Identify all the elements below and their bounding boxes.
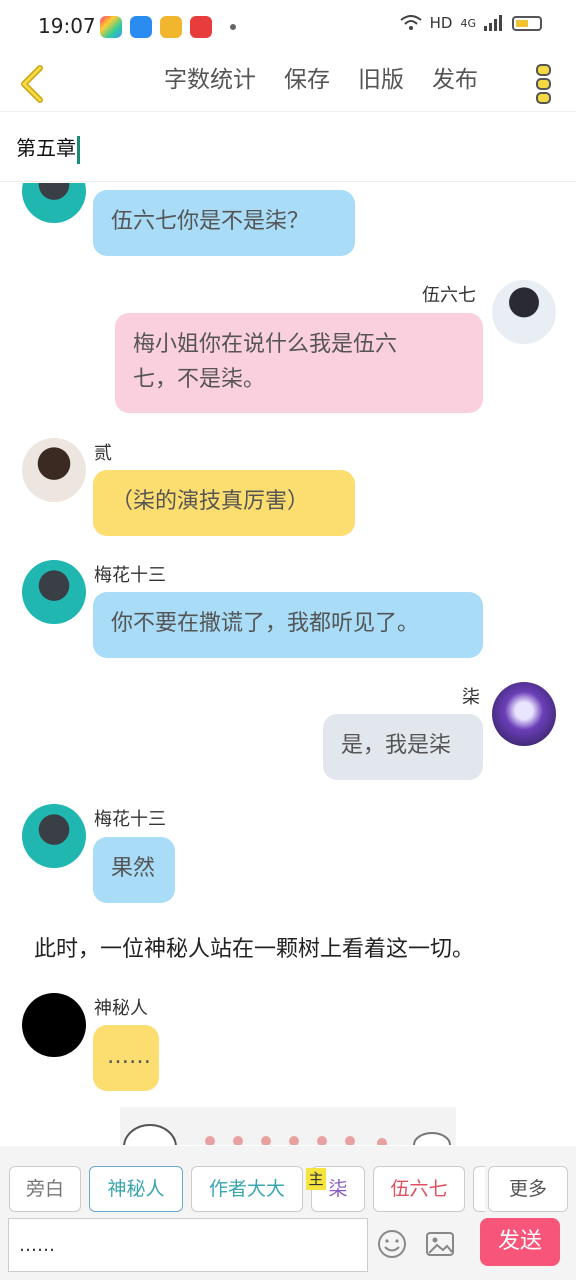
image-icon[interactable] <box>424 1228 456 1260</box>
status-time: 19:07 <box>38 14 96 38</box>
role-author-button[interactable]: 作者大大 <box>191 1166 303 1212</box>
save-button[interactable]: 保存 <box>270 64 344 96</box>
back-arrow-icon[interactable] <box>14 62 54 106</box>
role-label: 柒 <box>328 1178 348 1200</box>
app-notification-icon <box>130 16 152 38</box>
sticker-image[interactable] <box>120 1107 456 1145</box>
avatar-qi[interactable] <box>492 682 556 746</box>
narration-text[interactable]: 此时，一位神秘人站在一颗树上看着这一切。 <box>34 931 474 963</box>
send-button[interactable]: 发送 <box>480 1218 560 1266</box>
message-bubble[interactable]: 果然 <box>93 837 175 903</box>
app-notification-icon <box>190 16 212 38</box>
more-roles-button[interactable]: 更多 <box>488 1166 568 1212</box>
role-narrator-button[interactable]: 旁白 <box>9 1166 81 1212</box>
battery-icon <box>512 15 542 31</box>
chapter-title-text[interactable]: 第五章 <box>16 132 80 164</box>
word-count-button[interactable]: 字数统计 <box>150 64 270 96</box>
role-label: 旁白 <box>25 1178 64 1200</box>
message-bubble[interactable]: 伍六七你是不是柒？ <box>93 190 355 256</box>
speaker-name: 贰 <box>94 443 112 464</box>
role-wuliuqi-button[interactable]: 伍六七 <box>373 1166 465 1212</box>
avatar-meihua[interactable] <box>22 183 86 223</box>
role-label: 更多 <box>508 1178 547 1200</box>
publish-button[interactable]: 发布 <box>418 64 492 96</box>
role-label: 作者大大 <box>208 1178 285 1200</box>
avatar-mystery[interactable] <box>22 993 86 1057</box>
old-version-button[interactable]: 旧版 <box>344 64 418 96</box>
role-label: 神秘人 <box>107 1178 165 1200</box>
message-line: 七，不是柒。 <box>133 367 266 392</box>
signal-icon <box>484 15 502 31</box>
avatar-er[interactable] <box>22 438 86 502</box>
more-notifications-dot <box>230 24 236 30</box>
app-notification-icon <box>100 16 122 38</box>
message-bubble[interactable]: （柒的演技真厉害） <box>93 470 355 536</box>
cell-type: 4G <box>460 16 476 30</box>
chat-area[interactable]: 伍六七你是不是柒？ 伍六七 梅小姐你在说什么我是伍六 七，不是柒。 贰 （柒的演… <box>0 183 576 1145</box>
message-bubble[interactable]: 梅小姐你在说什么我是伍六 七，不是柒。 <box>115 313 483 413</box>
chapter-title-field[interactable]: 第五章 <box>0 112 576 182</box>
network-type: HD <box>429 14 453 32</box>
composer-panel: 旁白 神秘人 作者大大 柒 伍六七 更多 主 …… 发送 <box>0 1146 576 1280</box>
role-partial-button[interactable] <box>473 1166 485 1212</box>
avatar-meihua[interactable] <box>22 804 86 868</box>
main-role-tag: 主 <box>306 1168 326 1190</box>
role-mystery-button[interactable]: 神秘人 <box>89 1166 183 1212</box>
message-bubble[interactable]: 你不要在撒谎了，我都听见了。 <box>93 592 483 658</box>
editor-toolbar: 字数统计 保存 旧版 发布 <box>0 56 576 112</box>
status-indicators: HD 4G <box>400 14 542 32</box>
message-bubble[interactable]: 是，我是柒 <box>323 714 483 780</box>
speaker-name: 梅花十三 <box>94 809 166 830</box>
notification-icons <box>100 16 236 38</box>
message-input[interactable]: …… <box>8 1218 368 1272</box>
cat-sticker-icon <box>123 1124 451 1145</box>
toolbar-actions: 字数统计 保存 旧版 发布 <box>150 64 492 96</box>
speaker-name: 柒 <box>462 687 480 708</box>
text-caret <box>77 135 80 164</box>
avatar-meihua[interactable] <box>22 560 86 624</box>
status-bar: 19:07 HD 4G <box>0 0 576 56</box>
speaker-name: 神秘人 <box>94 998 148 1019</box>
screen: 19:07 HD 4G 字数统计 保存 旧版 发布 第五章 伍六七你是不是柒？ … <box>0 0 576 1280</box>
speaker-name: 梅花十三 <box>94 565 166 586</box>
more-menu-icon[interactable] <box>534 60 554 108</box>
emoji-icon[interactable] <box>376 1228 408 1260</box>
message-line: 梅小姐你在说什么我是伍六 <box>133 332 398 357</box>
app-notification-icon <box>160 16 182 38</box>
role-label: 伍六七 <box>390 1178 448 1200</box>
message-bubble[interactable]: …… <box>93 1025 159 1091</box>
avatar-wuliuqi[interactable] <box>492 280 556 344</box>
speaker-name: 伍六七 <box>422 285 476 306</box>
wifi-icon <box>400 15 422 30</box>
role-selector: 旁白 神秘人 作者大大 柒 伍六七 更多 <box>0 1166 576 1212</box>
